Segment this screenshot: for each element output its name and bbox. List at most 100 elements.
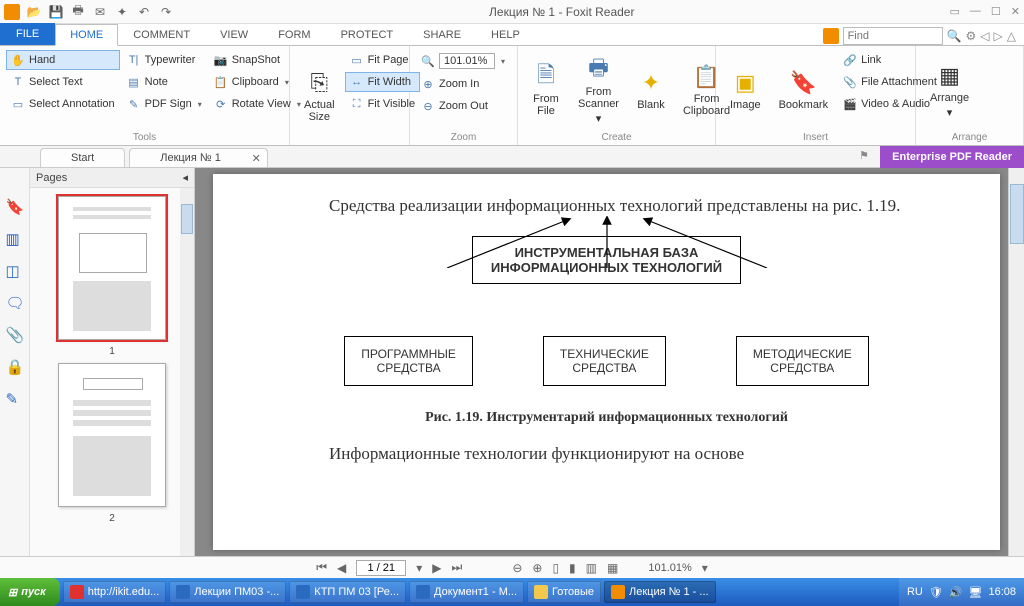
view-tab[interactable]: VIEW: [205, 23, 263, 45]
zoom-in-button[interactable]: ⊕Zoom In: [416, 74, 510, 94]
windows-logo-icon: ⊞: [8, 586, 17, 599]
next-page-icon[interactable]: ▶: [432, 561, 441, 575]
blank-button[interactable]: ✦Blank: [629, 50, 673, 130]
prev-page-icon[interactable]: ◀: [337, 561, 346, 575]
pages-collapse-icon[interactable]: ◂: [182, 171, 188, 184]
title-bar: 📂 💾 🖶 ✉ ✦ ↶ ↷ Лекция № 1 - Foxit Reader …: [0, 0, 1024, 24]
diagram-box-1: ПРОГРАММНЫЕСРЕДСТВА: [344, 336, 473, 386]
doctab-doc[interactable]: Лекция № 1✕: [129, 148, 268, 167]
fit-width-button[interactable]: ↔Fit Width: [345, 72, 420, 92]
form-tab[interactable]: FORM: [263, 23, 325, 45]
prev-result-icon[interactable]: ◁: [980, 29, 989, 43]
ribbon-min-icon[interactable]: ▭: [950, 5, 960, 18]
document-view[interactable]: Средства реализации информационных техно…: [195, 168, 1024, 556]
from-scanner-button[interactable]: 🖶From Scanner▾: [570, 50, 627, 130]
help-tab[interactable]: HELP: [476, 23, 535, 45]
page-navigation: ⏮ ◀ ▾ ▶ ⏭ ⊖ ⊕ ▯ ▮ ▥ ▦ 101.01% ▾: [0, 556, 1024, 578]
main-area: 🔖 ▥ ◫ 🗨 📎 🔒 ✎ Pages◂ 1 2: [0, 168, 1024, 556]
comment-tab[interactable]: COMMENT: [118, 23, 205, 45]
arrange-button[interactable]: ▦Arrange▾: [922, 50, 977, 130]
next-result-icon[interactable]: ▷: [994, 29, 1003, 43]
tray-icon-3[interactable]: 🖥: [969, 586, 983, 599]
clock[interactable]: 16:08: [988, 586, 1016, 598]
share-tab[interactable]: SHARE: [408, 23, 476, 45]
page-input[interactable]: [356, 560, 406, 576]
maximize-icon[interactable]: ☐: [991, 5, 1001, 18]
zoom-in-icon: ⊕: [421, 77, 435, 91]
layout-cont-facing-icon[interactable]: ▦: [607, 561, 618, 575]
gear-icon[interactable]: ⚙: [966, 29, 977, 43]
fit-page-button[interactable]: ▭Fit Page: [345, 50, 420, 70]
from-file-button[interactable]: 🗎From File: [524, 50, 568, 130]
security-panel-icon[interactable]: 🔒: [6, 358, 24, 376]
zoom-display: 101.01%: [648, 562, 691, 574]
create-group-label: Create: [524, 130, 709, 143]
zoom-out-nav-icon[interactable]: ⊖: [512, 561, 522, 575]
note-button[interactable]: ▤Note: [122, 72, 207, 92]
pages-panel-icon[interactable]: ▥: [6, 230, 24, 248]
zoom-in-nav-icon[interactable]: ⊕: [532, 561, 542, 575]
lang-indicator[interactable]: RU: [907, 586, 923, 598]
minimize-icon[interactable]: —: [970, 5, 981, 18]
comments-panel-icon[interactable]: 🗨: [6, 294, 24, 312]
pdf-sign-button[interactable]: ✎PDF Sign▾: [122, 94, 207, 114]
actual-size-button[interactable]: ⎘Actual Size: [296, 50, 343, 141]
image-icon: ▣: [731, 69, 759, 97]
side-toolbar: 🔖 ▥ ◫ 🗨 📎 🔒 ✎: [0, 168, 30, 556]
tray-icon-2[interactable]: 🔊: [949, 586, 963, 599]
page-dropdown-icon[interactable]: ▾: [416, 561, 422, 575]
page-thumbnail-1[interactable]: [58, 196, 166, 340]
zoom-value[interactable]: 🔍101.01%▾: [416, 50, 510, 72]
ribbon: ✋Hand TSelect Text ▭Select Annotation T|…: [0, 46, 1024, 146]
search-icon[interactable]: 🔍: [947, 29, 962, 43]
email-icon[interactable]: ✉: [92, 4, 108, 20]
layout-single-icon[interactable]: ▯: [552, 561, 559, 575]
layers-panel-icon[interactable]: ◫: [6, 262, 24, 280]
signatures-panel-icon[interactable]: ✎: [6, 390, 24, 408]
bookmark-button[interactable]: 🔖Bookmark: [771, 50, 837, 130]
doctab-close-icon[interactable]: ✕: [252, 152, 261, 165]
attachments-panel-icon[interactable]: 📎: [6, 326, 24, 344]
video-icon: 🎬: [843, 97, 857, 111]
first-page-icon[interactable]: ⏮: [316, 560, 327, 575]
select-annotation-button[interactable]: ▭Select Annotation: [6, 94, 120, 114]
home-tab[interactable]: HOME: [55, 24, 118, 46]
search-input[interactable]: [843, 27, 943, 45]
layout-cont-icon[interactable]: ▮: [569, 561, 576, 575]
zoom-dd-icon[interactable]: ▾: [702, 561, 708, 575]
file-tab[interactable]: FILE: [0, 23, 55, 45]
open-icon[interactable]: 📂: [26, 4, 42, 20]
arrange-icon: ▦: [936, 62, 964, 90]
close-icon[interactable]: ✕: [1011, 5, 1020, 18]
enterprise-banner[interactable]: Enterprise PDF Reader: [880, 146, 1024, 168]
figure-caption: Рис. 1.19. Инструментарий информационных…: [293, 410, 920, 426]
save-icon[interactable]: 💾: [48, 4, 64, 20]
ribbon-collapse-icon[interactable]: △: [1007, 29, 1016, 43]
flag-icon[interactable]: ⚑: [859, 149, 869, 162]
doc-scrollbar[interactable]: [1008, 168, 1024, 556]
image-button[interactable]: ▣Image: [722, 50, 769, 130]
start-button[interactable]: ⊞пуск: [0, 578, 60, 606]
blank-icon: ✦: [637, 69, 665, 97]
bookmarks-panel-icon[interactable]: 🔖: [6, 198, 24, 216]
tray-icon-1[interactable]: 🛡: [929, 586, 943, 599]
scanner-icon: 🖶: [584, 56, 612, 84]
fit-visible-button[interactable]: ⛶Fit Visible: [345, 94, 420, 114]
zoom-out-button[interactable]: ⊖Zoom Out: [416, 96, 510, 116]
undo-icon[interactable]: ↶: [136, 4, 152, 20]
print-icon[interactable]: 🖶: [70, 4, 86, 20]
hand-button[interactable]: ✋Hand: [6, 50, 120, 70]
new-icon[interactable]: ✦: [114, 4, 130, 20]
page-thumbnail-2[interactable]: [58, 363, 166, 507]
typewriter-button[interactable]: T|Typewriter: [122, 50, 207, 70]
doctab-start[interactable]: Start: [40, 148, 125, 167]
protect-tab[interactable]: PROTECT: [326, 23, 409, 45]
select-text-button[interactable]: TSelect Text: [6, 72, 120, 92]
layout-facing-icon[interactable]: ▥: [586, 561, 597, 575]
redo-icon[interactable]: ↷: [158, 4, 174, 20]
last-page-icon[interactable]: ⏭: [452, 560, 463, 575]
foxit-logo-icon: [823, 28, 839, 44]
thumbs-scrollbar[interactable]: [180, 188, 194, 556]
opera-icon: [70, 585, 84, 599]
folder-icon: [534, 585, 548, 599]
